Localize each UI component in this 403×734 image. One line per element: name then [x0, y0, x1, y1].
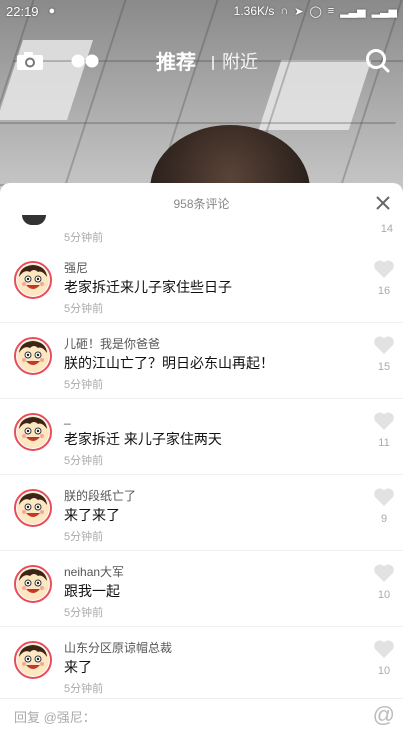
comment-text: 跟我一起 — [64, 583, 120, 599]
comment-username[interactable]: 山东分区原谅帽总裁 — [64, 639, 172, 656]
comment-username[interactable]: 朕的段纸亡了 — [64, 487, 136, 504]
comment-item: 朕的段纸亡了 来了来了 5分钟前 9 — [0, 475, 403, 551]
camera-icon — [17, 52, 43, 70]
comment-time: 5分钟前 — [64, 379, 104, 391]
status-bar: 22:19 ● 1.36K/s ∩ ➤ ◯ ≡ ▂▃▅ ▂▃▅ — [0, 0, 403, 22]
comments-sheet: 958条评论 5分钟前 14 强尼 老家拆迁来儿子家住些日子 5分钟前 16 儿… — [0, 183, 403, 734]
search-icon — [366, 49, 390, 73]
cartoon-face-icon — [17, 492, 49, 524]
comments-header: 958条评论 — [0, 183, 403, 223]
like-count: 10 — [377, 589, 391, 601]
avatar[interactable] — [14, 641, 52, 679]
like-count: 9 — [380, 513, 388, 525]
avatar[interactable] — [14, 337, 52, 375]
like-button[interactable]: 10 — [369, 563, 399, 601]
comment-item: neihan大军 跟我一起 5分钟前 10 — [0, 551, 403, 627]
status-time: 22:19 — [6, 3, 39, 19]
cartoon-face-icon — [17, 416, 49, 448]
heart-icon — [374, 564, 394, 582]
comment-text: 朕的江山亡了？明日必东山再起！ — [64, 355, 274, 371]
cartoon-face-icon — [17, 568, 49, 600]
close-icon — [376, 196, 390, 210]
like-count: 16 — [377, 285, 391, 297]
headset-icon: ∩ — [280, 5, 289, 17]
comment-time: 5分钟前 — [64, 531, 104, 543]
like-button[interactable]: 10 — [369, 639, 399, 677]
close-button[interactable] — [371, 191, 395, 215]
comment-time: 5分钟前 — [64, 607, 104, 619]
like-button[interactable]: 16 — [369, 259, 399, 297]
net-speed: 1.36K/s — [233, 4, 275, 18]
like-count: 15 — [377, 361, 391, 373]
cartoon-face-icon — [17, 264, 49, 296]
signal-2-icon: ▂▃▅ — [371, 5, 397, 18]
comment-text: 来了 — [64, 659, 92, 675]
wifi-icon: ≡ — [327, 5, 335, 17]
tab-divider — [212, 56, 214, 70]
comment-username[interactable]: neihan大军 — [64, 563, 124, 580]
heart-icon — [374, 336, 394, 354]
avatar[interactable] — [14, 413, 52, 451]
like-button[interactable]: 11 — [369, 411, 399, 449]
like-count: 11 — [378, 437, 390, 449]
comment-time: 5分钟前 — [64, 303, 104, 315]
comment-time: 5分钟前 — [64, 232, 104, 244]
like-button[interactable]: 9 — [369, 487, 399, 525]
heart-icon — [374, 412, 394, 430]
avatar[interactable] — [14, 261, 52, 299]
mention-button[interactable]: @ — [373, 702, 395, 728]
heart-icon — [374, 488, 394, 506]
location-icon: ➤ — [294, 5, 304, 18]
reply-bar: 回复 @强尼： @ — [0, 698, 403, 734]
like-count: 10 — [377, 665, 391, 677]
heart-icon — [374, 260, 394, 278]
tab-recommend[interactable]: 推荐 — [156, 46, 196, 75]
comment-time: 5分钟前 — [64, 455, 104, 467]
comment-count: 958条评论 — [173, 196, 230, 211]
comment-text: 来了来了 — [64, 507, 120, 523]
cartoon-face-icon — [17, 644, 49, 676]
signal-icon: ▂▃▅ — [340, 5, 366, 18]
comment-time: 5分钟前 — [64, 683, 104, 695]
notification-icon: ● — [48, 5, 56, 17]
comment-item: _ 老家拆迁 来儿子家住两天 5分钟前 11 — [0, 399, 403, 475]
avatar[interactable] — [14, 489, 52, 527]
comment-text: 老家拆迁来儿子家住些日子 — [64, 279, 232, 295]
reply-input[interactable]: 回复 @强尼： — [14, 707, 96, 726]
comment-item: 强尼 老家拆迁来儿子家住些日子 5分钟前 16 — [0, 247, 403, 323]
camera-button[interactable] — [14, 48, 46, 74]
avatar[interactable] — [14, 565, 52, 603]
video-background[interactable] — [0, 0, 403, 200]
comment-username[interactable]: 儿砸！我是你爸爸 — [64, 335, 160, 352]
alarm-icon: ◯ — [309, 5, 322, 18]
comment-list: 强尼 老家拆迁来儿子家住些日子 5分钟前 16 儿砸！我是你爸爸 朕的江山亡了？… — [0, 247, 403, 703]
comment-username[interactable]: _ — [64, 411, 71, 425]
discover-button[interactable] — [68, 48, 102, 74]
heart-icon — [374, 640, 394, 658]
cartoon-face-icon — [17, 340, 49, 372]
tab-nearby[interactable]: 附近 — [222, 48, 258, 74]
comment-item: 山东分区原谅帽总裁 来了 5分钟前 10 — [0, 627, 403, 703]
search-button[interactable] — [363, 46, 393, 76]
top-nav: 推荐 附近 — [0, 40, 403, 82]
comment-item: 儿砸！我是你爸爸 朕的江山亡了？明日必东山再起！ 5分钟前 15 — [0, 323, 403, 399]
dots-icon — [71, 54, 99, 68]
avatar[interactable] — [22, 215, 46, 225]
list-item: 5分钟前 14 — [0, 215, 403, 247]
at-icon: @ — [372, 702, 395, 727]
like-button[interactable]: 15 — [369, 335, 399, 373]
comment-text: 老家拆迁 来儿子家住两天 — [64, 431, 222, 447]
like-count: 14 — [380, 223, 393, 235]
comment-username[interactable]: 强尼 — [64, 259, 88, 276]
